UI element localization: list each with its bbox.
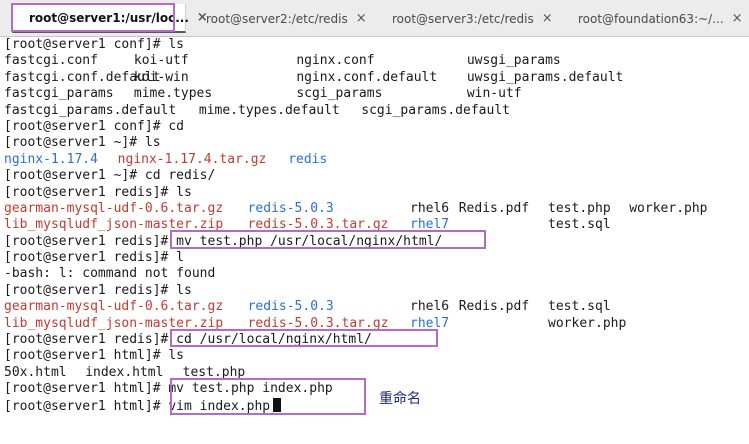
terminal-text: nginx.conf: [296, 53, 375, 69]
terminal-text: redis: [288, 151, 328, 167]
terminal-text: [root@server1 redis]# cd /usr/local/ngin…: [4, 332, 372, 348]
tab-server2[interactable]: root@server2:/etc/redis ×: [190, 4, 376, 33]
terminal-text: [root@server1 conf]# cd: [4, 118, 185, 134]
terminal-line: nginx-1.17.4 nginx-1.17.4.tar.gz redis: [4, 152, 749, 168]
terminal-text: mime.types: [133, 86, 213, 102]
terminal-text: rhel6: [410, 200, 450, 216]
tab-server1[interactable]: root@server1:/usr/loc... ×: [12, 4, 208, 33]
close-icon[interactable]: ×: [356, 11, 367, 26]
terminal-text: redis-5.0.3.tar.gz: [247, 315, 389, 331]
terminal-text: test.php: [548, 200, 611, 216]
terminal-text: nginx-1.17.4.tar.gz: [117, 151, 267, 167]
annotation-rename: 重命名: [379, 391, 421, 407]
terminal-text: [root@server1 redis]# ls: [4, 184, 192, 200]
terminal-text: koi-utf: [133, 53, 189, 69]
terminal-line: [root@server1 html]# mv test.php index.p…: [4, 381, 749, 397]
terminal-line: [root@server1 redis]# l: [4, 250, 749, 266]
terminal-text: fastcgi.conf: [4, 53, 98, 69]
terminal-line: [root@server1 redis]# cd /usr/local/ngin…: [4, 332, 749, 348]
terminal-text: scgi_params: [296, 86, 383, 102]
terminal-line: [root@server1 conf]# cd: [4, 119, 749, 135]
terminal-text: fastcgi_params.default: [4, 102, 177, 118]
close-icon[interactable]: ×: [542, 11, 553, 26]
tab-bar: root@server1:/usr/loc... × root@server2:…: [0, 0, 749, 37]
terminal-text: -bash: l: command not found: [4, 266, 216, 282]
terminal-line: 50x.html index.html test.php: [4, 365, 749, 381]
terminal-text: test.sql: [548, 299, 611, 315]
terminal-text: [root@server1 ~]# ls: [4, 135, 161, 151]
terminal-text: Redis.pdf: [458, 200, 530, 216]
tab-label: root@server1:/usr/loc...: [29, 10, 189, 25]
terminal-text: worker.php: [629, 200, 708, 216]
terminal-output[interactable]: [root@server1 conf]# ls fastcgi.conf koi-u…: [4, 37, 749, 414]
terminal-line: [root@server1 ~]# cd redis/: [4, 168, 749, 184]
terminal-line: gearman-mysql-udf-0.6.tar.gz redis-5.0.3 r…: [4, 201, 749, 217]
terminal-line: [root@server1 html]# ls: [4, 348, 749, 364]
terminal-text: koi-win: [133, 69, 189, 85]
terminal-text: lib_mysqludf_json-master.zip: [4, 217, 224, 233]
tab-server3[interactable]: root@server3:/etc/redis ×: [376, 4, 562, 33]
terminal-text: uwsgi_params.default: [466, 69, 624, 85]
terminal-text: gearman-mysql-udf-0.6.tar.gz: [4, 299, 224, 315]
terminal-line: -bash: l: command not found: [4, 266, 749, 282]
terminal-line: [root@server1 ~]# ls: [4, 135, 749, 151]
terminal-line: fastcgi_params.default mime.types.default…: [4, 103, 749, 119]
terminal-text: rhel7: [410, 217, 450, 233]
tab-label: root@server2:/etc/redis: [206, 11, 348, 26]
terminal-line: [root@server1 redis]# mv test.php /usr/l…: [4, 234, 749, 250]
terminal-text: mime.types.default: [198, 102, 340, 118]
terminal-line: fastcgi.conf koi-utf nginx.conf uwsgi_param…: [4, 53, 749, 69]
terminal-line: [root@server1 redis]# ls: [4, 283, 749, 299]
text-cursor: [273, 397, 282, 412]
terminal-text: fastcgi_params: [4, 86, 114, 102]
terminal-text: [root@server1 ~]# cd redis/: [4, 168, 216, 184]
terminal-text: test.sql: [548, 217, 611, 233]
terminal-text: nginx-1.17.4: [4, 151, 98, 167]
terminal-line: lib_mysqludf_json-master.zip redis-5.0.3.…: [4, 217, 749, 233]
terminal-text: uwsgi_params: [466, 53, 561, 69]
terminal-line: lib_mysqludf_json-master.zip redis-5.0.3.…: [4, 316, 749, 332]
terminal-text: win-utf: [466, 86, 522, 102]
terminal-text: [root@server1 redis]# mv test.php /usr/l…: [4, 233, 443, 249]
tab-label: root@server3:/etc/redis: [392, 11, 534, 26]
close-icon[interactable]: ×: [732, 11, 743, 26]
terminal-line: [root@server1 conf]# ls: [4, 37, 749, 53]
terminal-text: nginx.conf.default: [296, 69, 438, 85]
terminal-text: index.html: [85, 364, 164, 380]
terminal-text: scgi_params.default: [361, 102, 510, 118]
tab-foundation63[interactable]: root@foundation63:~/... ×: [562, 4, 749, 33]
terminal-text: Redis.pdf: [458, 299, 530, 315]
terminal-line: fastcgi.conf.default koi-win nginx.conf.de…: [4, 70, 749, 86]
terminal-text: [root@server1 conf]# ls: [4, 37, 185, 52]
terminal-text: redis-5.0.3: [247, 299, 334, 315]
terminal-text: 50x.html: [4, 364, 67, 380]
terminal-text: redis-5.0.3: [247, 200, 334, 216]
terminal-text: gearman-mysql-udf-0.6.tar.gz: [4, 200, 224, 216]
terminal-text: rhel7: [410, 315, 450, 331]
terminal-text: [root@server1 redis]# l: [4, 250, 185, 266]
terminal-text: lib_mysqludf_json-master.zip: [4, 315, 224, 331]
tab-label: root@foundation63:~/...: [578, 11, 724, 26]
terminal-text: worker.php: [548, 315, 627, 331]
terminal-text: rhel6: [410, 299, 450, 315]
terminal-text: [root@server1 html]# ls: [4, 348, 185, 364]
terminal-line: fastcgi_params mime.types scgi_params win-u…: [4, 86, 749, 102]
terminal-text: [root@server1 html]# vim index.php: [4, 397, 282, 415]
terminal-text: test.php: [182, 364, 246, 380]
terminal-text: [root@server1 html]# mv test.php index.p…: [4, 381, 333, 397]
terminal-line: [root@server1 redis]# ls: [4, 185, 749, 201]
terminal-text: redis-5.0.3.tar.gz: [247, 217, 389, 233]
terminal-text: [root@server1 redis]# ls: [4, 282, 192, 298]
terminal-line: [root@server1 html]# vim index.php: [4, 397, 749, 415]
terminal-line: gearman-mysql-udf-0.6.tar.gz redis-5.0.3 r…: [4, 299, 749, 315]
